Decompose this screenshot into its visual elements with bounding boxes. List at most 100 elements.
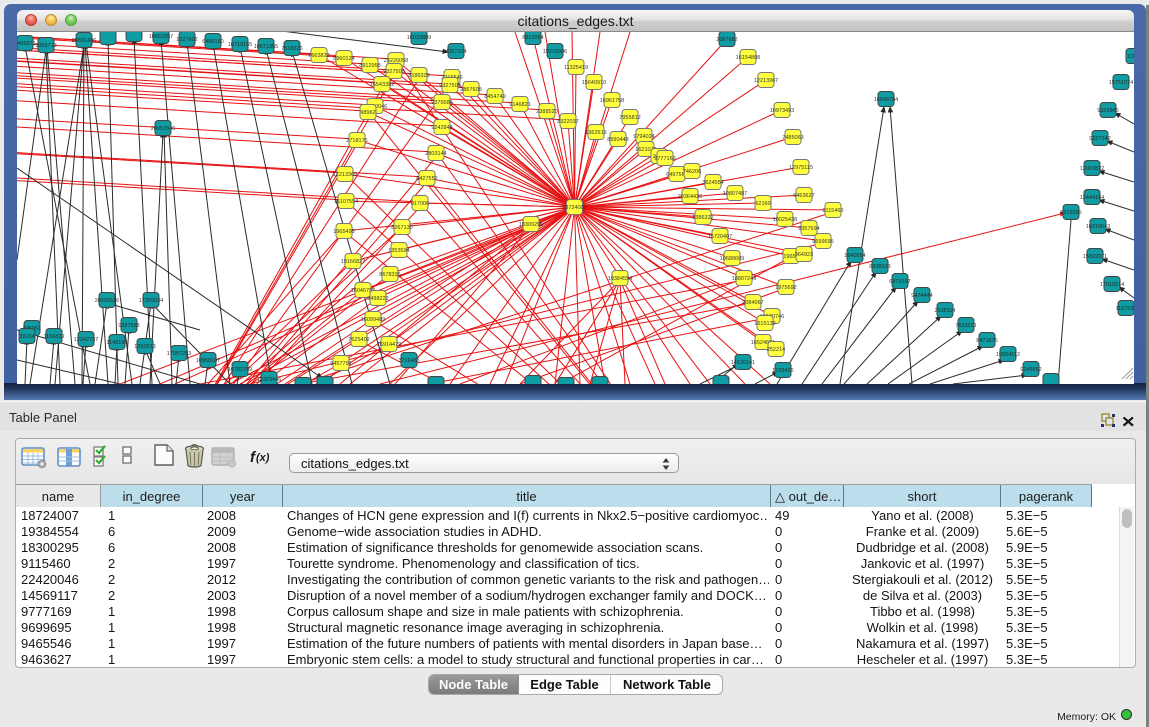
svg-text:9357694: 9357694 [798, 226, 819, 232]
svg-text:10719155: 10719155 [228, 42, 252, 48]
svg-text:2386322: 2386322 [692, 215, 713, 221]
svg-text:19384554: 19384554 [608, 276, 632, 282]
svg-text:7955812: 7955812 [619, 115, 640, 121]
svg-text:8990448: 8990448 [607, 137, 628, 143]
svg-text:9327508: 9327508 [439, 83, 460, 89]
svg-text:1145195: 1145195 [106, 340, 127, 346]
svg-text:12342737: 12342737 [74, 337, 98, 343]
svg-text:11325419: 11325419 [564, 65, 588, 71]
svg-text:12323446: 12323446 [257, 377, 281, 383]
svg-text:8427552: 8427552 [416, 176, 437, 182]
svg-text:2388520: 2388520 [536, 109, 557, 115]
svg-text:9245652: 9245652 [1020, 367, 1041, 373]
svg-text:9055712: 9055712 [35, 43, 56, 49]
svg-text:16961758: 16961758 [600, 98, 624, 104]
svg-text:20053346: 20053346 [151, 126, 175, 132]
svg-text:9227342: 9227342 [1089, 136, 1110, 142]
svg-text:3498222: 3498222 [367, 296, 388, 302]
svg-text:8938923: 8938923 [869, 264, 890, 270]
svg-text:16782759: 16782759 [228, 367, 252, 373]
svg-text:12213967: 12213967 [754, 78, 778, 84]
svg-text:20691406: 20691406 [72, 38, 96, 44]
svg-text:9397588: 9397588 [118, 323, 139, 329]
svg-text:12093822: 12093822 [1080, 166, 1104, 172]
svg-text:1167533: 1167533 [1115, 306, 1134, 312]
svg-text:10973493: 10973493 [770, 108, 794, 114]
svg-text:1353594: 1353594 [388, 248, 409, 254]
svg-text:19166827: 19166827 [341, 259, 365, 265]
svg-text:18807249: 18807249 [732, 276, 756, 282]
svg-text:2405571: 2405571 [17, 41, 36, 47]
svg-text:2718176: 2718176 [346, 138, 367, 144]
svg-text:8813054: 8813054 [522, 35, 543, 41]
svg-text:8454749: 8454749 [484, 94, 505, 100]
svg-text:1156829: 1156829 [43, 334, 64, 340]
svg-text:18724007: 18724007 [562, 205, 586, 211]
svg-text:917006: 917006 [411, 201, 429, 207]
svg-text:9794024: 9794024 [633, 134, 654, 140]
svg-text:8912958: 8912958 [359, 63, 380, 69]
svg-text:10671355: 10671355 [254, 44, 278, 50]
svg-text:12975115: 12975115 [789, 165, 813, 171]
svg-text:15692971: 15692971 [1083, 254, 1107, 260]
svg-text:9457791: 9457791 [330, 361, 351, 367]
svg-text:10958107: 10958107 [196, 358, 220, 364]
svg-text:1527602: 1527602 [176, 37, 197, 43]
svg-text:16210643: 16210643 [1086, 224, 1110, 230]
svg-text:8215955: 8215955 [1060, 210, 1081, 216]
svg-text:1975692: 1975692 [775, 285, 796, 291]
svg-text:746206: 746206 [683, 169, 701, 175]
svg-text:9474444: 9474444 [911, 293, 932, 299]
svg-text:16107554: 16107554 [334, 199, 358, 205]
svg-text:6466160: 6466160 [202, 39, 223, 45]
svg-text:16543382: 16543382 [370, 82, 394, 88]
svg-text:964923: 964923 [795, 252, 813, 258]
svg-text:6879197: 6879197 [889, 279, 910, 285]
svg-text:1362615: 1362615 [585, 130, 606, 136]
svg-text:3624554: 3624554 [702, 180, 723, 186]
svg-text:16914479: 16914479 [377, 342, 401, 348]
svg-text:1640954: 1640954 [844, 253, 865, 259]
svg-text:3716485: 3716485 [398, 358, 419, 364]
svg-text:9777169: 9777169 [654, 156, 675, 162]
svg-text:2867608: 2867608 [460, 87, 481, 93]
svg-text:2935114: 2935114 [934, 308, 955, 314]
svg-text:8678335: 8678335 [379, 272, 400, 278]
svg-text:10688609: 10688609 [720, 256, 744, 262]
svg-text:10653267: 10653267 [149, 34, 173, 40]
svg-text:15751074: 15751074 [1109, 80, 1133, 86]
svg-text:16648784: 16648784 [874, 97, 898, 103]
svg-text:9146821: 9146821 [509, 102, 530, 108]
svg-text:9699695: 9699695 [812, 239, 833, 245]
svg-text:9084067: 9084067 [742, 300, 763, 306]
svg-text:17957253: 17957253 [167, 351, 191, 357]
svg-text:10807487: 10807487 [723, 191, 747, 197]
svg-text:2087682: 2087682 [716, 37, 737, 43]
svg-text:20206536: 20206536 [95, 298, 119, 304]
svg-text:17359934: 17359934 [139, 298, 163, 304]
svg-text:19218906: 19218906 [543, 49, 567, 55]
svg-text:9375685: 9375685 [431, 100, 452, 106]
svg-text:18300295: 18300295 [519, 222, 543, 228]
svg-text:9463627: 9463627 [793, 193, 814, 199]
svg-text:2803144: 2803144 [425, 151, 446, 157]
svg-text:12213369: 12213369 [333, 172, 357, 178]
svg-text:8471676: 8471676 [976, 338, 997, 344]
svg-text:16154808: 16154808 [736, 55, 760, 61]
svg-text:9115460: 9115460 [822, 208, 843, 214]
svg-text:14136141: 14136141 [731, 360, 755, 366]
svg-text:1615132: 1615132 [754, 321, 775, 327]
svg-text:(x): (x) [256, 452, 270, 464]
svg-text:98962: 98962 [360, 110, 375, 116]
svg-text:7357224: 7357224 [445, 49, 466, 55]
svg-text:1250513: 1250513 [134, 344, 155, 350]
svg-text:39154: 39154 [19, 334, 34, 340]
svg-text:7625402: 7625402 [348, 337, 369, 343]
svg-text:62160: 62160 [755, 201, 770, 207]
svg-text:15640910: 15640910 [582, 80, 606, 86]
svg-text:10654112: 10654112 [996, 352, 1020, 358]
svg-text:8186328: 8186328 [408, 73, 429, 79]
svg-text:20364436: 20364436 [678, 194, 702, 200]
svg-text:12444154: 12444154 [1080, 195, 1104, 201]
svg-text:7515526: 7515526 [281, 46, 302, 52]
